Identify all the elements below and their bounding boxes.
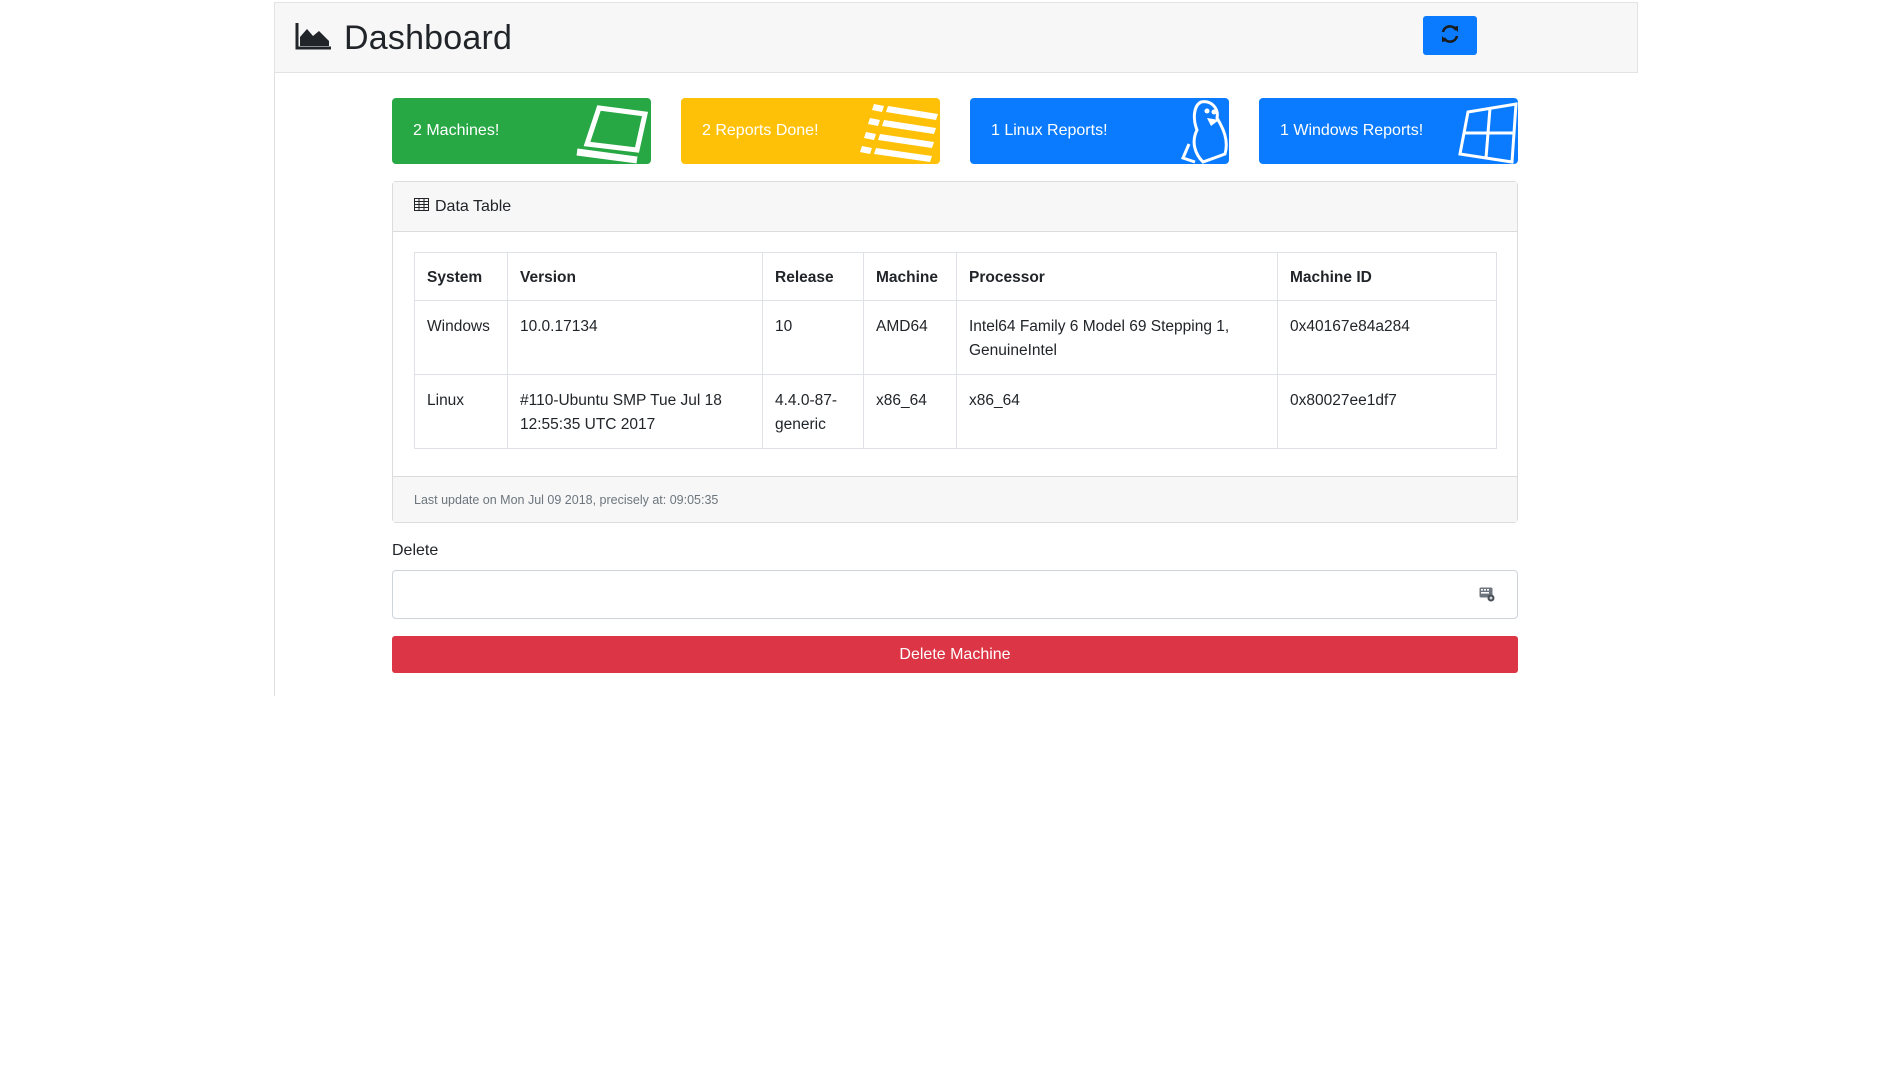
cell-processor: Intel64 Family 6 Model 69 Stepping 1, Ge…: [956, 300, 1278, 375]
data-table-header: Data Table: [393, 182, 1517, 232]
data-table-panel: Data Table System Version Release Machin…: [392, 181, 1518, 523]
card-windows-reports[interactable]: 1 Windows Reports!: [1259, 98, 1518, 164]
refresh-button[interactable]: [1423, 16, 1477, 55]
refresh-icon: [1439, 23, 1461, 48]
brand[interactable]: Dashboard: [295, 17, 512, 59]
card-machines-label: 2 Machines!: [413, 122, 500, 139]
card-windows-label: 1 Windows Reports!: [1280, 122, 1424, 139]
card-reports[interactable]: 2 Reports Done!: [681, 98, 940, 164]
column-header-version[interactable]: Version: [507, 252, 763, 301]
cell-machine-id: 0x80027ee1df7: [1277, 374, 1497, 449]
delete-label: Delete: [392, 542, 439, 559]
column-header-release[interactable]: Release: [762, 252, 864, 301]
table-row: Windows 10.0.17134 10 AMD64 Intel64 Fami…: [414, 300, 1497, 375]
cell-release: 4.4.0-87-generic: [762, 374, 864, 449]
cell-machine: AMD64: [863, 300, 957, 375]
delete-machine-button[interactable]: Delete Machine: [392, 636, 1518, 673]
cell-machine: x86_64: [863, 374, 957, 449]
table-header-row: System Version Release Machine Processor…: [414, 252, 1497, 301]
delete-machine-input[interactable]: [392, 570, 1518, 619]
page-title: Dashboard: [344, 18, 513, 57]
keyboard-icon[interactable]: [1479, 586, 1495, 607]
cell-machine-id: 0x40167e84a284: [1277, 300, 1497, 375]
column-header-machine-id[interactable]: Machine ID: [1277, 252, 1497, 301]
card-machines[interactable]: 2 Machines!: [392, 98, 651, 164]
cell-system: Linux: [414, 374, 508, 449]
linux-icon: [1139, 98, 1229, 164]
data-table-title: Data Table: [435, 197, 512, 215]
column-header-machine[interactable]: Machine: [863, 252, 957, 301]
table-icon: [414, 197, 429, 216]
windows-icon: [1428, 98, 1518, 164]
cell-processor: x86_64: [956, 374, 1278, 449]
card-linux-label: 1 Linux Reports!: [991, 122, 1108, 139]
area-chart-icon: [295, 22, 332, 55]
laptop-icon: [561, 98, 651, 164]
last-update-footer: Last update on Mon Jul 09 2018, precisel…: [393, 476, 1517, 522]
card-reports-label: 2 Reports Done!: [702, 122, 819, 139]
cell-version: 10.0.17134: [507, 300, 763, 375]
summary-cards: 2 Machines! 2 Reports Done! 1 Linux Repo…: [392, 98, 1518, 164]
column-header-processor[interactable]: Processor: [956, 252, 1278, 301]
card-linux-reports[interactable]: 1 Linux Reports!: [970, 98, 1229, 164]
cell-version: #110-Ubuntu SMP Tue Jul 18 12:55:35 UTC …: [507, 374, 763, 449]
machines-table: System Version Release Machine Processor…: [414, 252, 1497, 449]
list-icon: [850, 98, 940, 164]
table-row: Linux #110-Ubuntu SMP Tue Jul 18 12:55:3…: [414, 374, 1497, 449]
cell-system: Windows: [414, 300, 508, 375]
cell-release: 10: [762, 300, 864, 375]
top-navbar: Dashboard: [274, 2, 1638, 73]
column-header-system[interactable]: System: [414, 252, 508, 301]
